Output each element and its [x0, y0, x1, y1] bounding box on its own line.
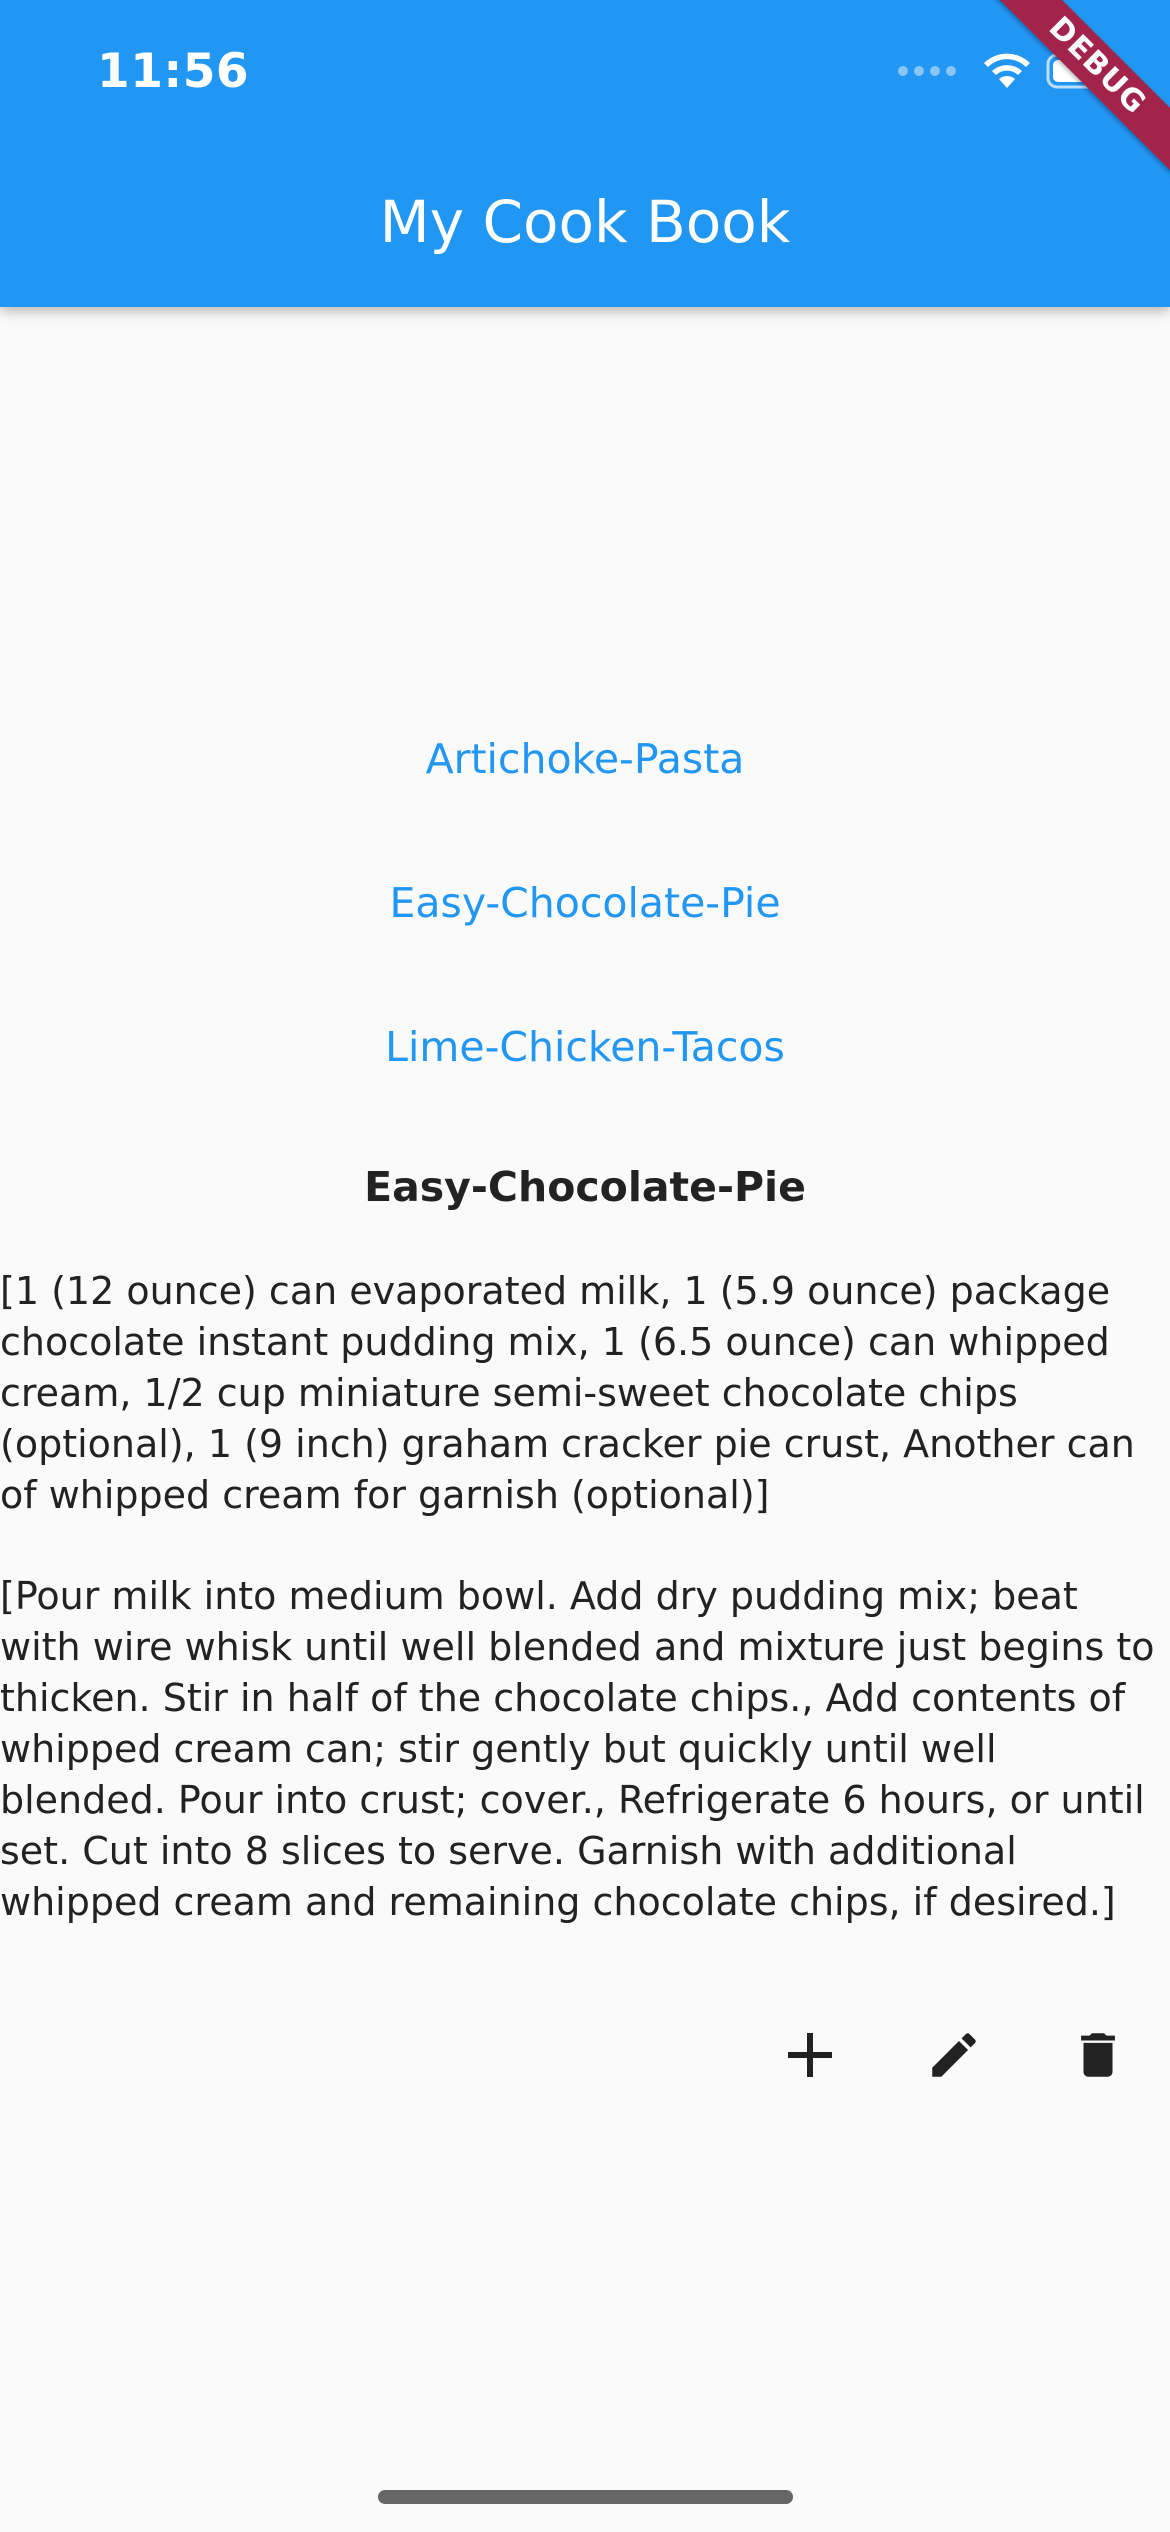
recipe-link-lime-chicken-tacos[interactable]: Lime-Chicken-Tacos [0, 1023, 1170, 1071]
status-time: 11:56 [97, 44, 250, 99]
add-icon [788, 2033, 832, 2077]
wifi-icon [984, 53, 1030, 88]
recipe-title: Easy-Chocolate-Pie [364, 1163, 806, 1211]
recipe-link-artichoke-pasta[interactable]: Artichoke-Pasta [0, 735, 1170, 783]
page-title: My Cook Book [379, 188, 791, 256]
delete-recipe-button[interactable] [1058, 2015, 1138, 2095]
edit-recipe-button[interactable] [914, 2015, 994, 2095]
trash-icon [1081, 2033, 1115, 2077]
recipe-ingredients: [1 (12 ounce) can evaporated milk, 1 (5.… [0, 1269, 1135, 1517]
pencil-icon [932, 2033, 976, 2077]
add-recipe-button[interactable] [770, 2015, 850, 2095]
home-indicator [378, 2490, 793, 2504]
recipe-link-easy-chocolate-pie[interactable]: Easy-Chocolate-Pie [0, 879, 1170, 927]
cellular-signal-icon [898, 66, 956, 76]
recipe-directions: [Pour milk into medium bowl. Add dry pud… [0, 1574, 1155, 1924]
app-bar: 11:56 My Cook Book DEBUG [0, 0, 1170, 307]
